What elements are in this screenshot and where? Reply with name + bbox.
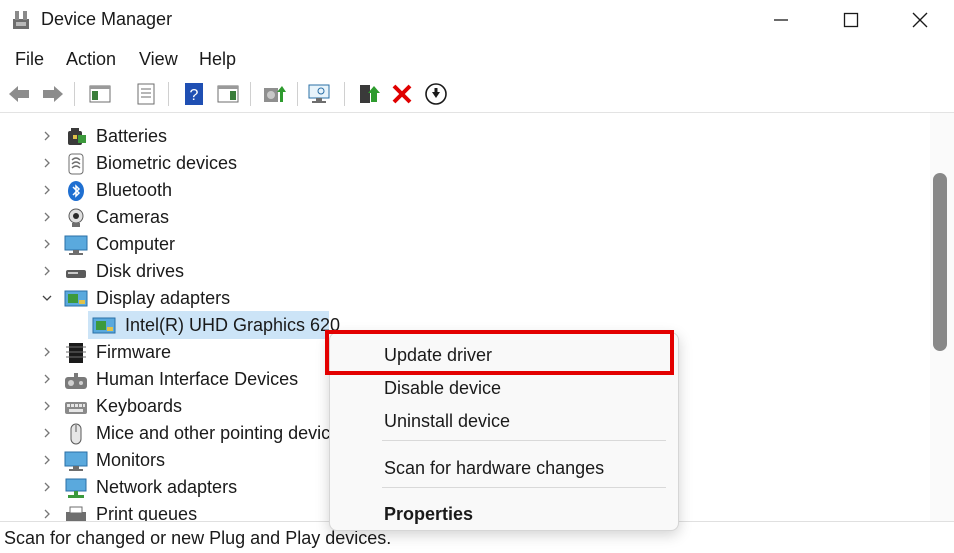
tree-category-biometric-devices[interactable]: Biometric devices — [0, 150, 930, 177]
tree-category-computer[interactable]: Computer — [0, 231, 930, 258]
tree-category-label: Computer — [96, 234, 176, 254]
chevron-down-icon[interactable] — [40, 291, 54, 305]
help-button[interactable]: ? — [181, 81, 207, 107]
fingerprint-icon — [68, 153, 84, 175]
scrollbar-thumb[interactable] — [933, 173, 947, 351]
tree-category-label: Cameras — [96, 207, 170, 227]
camera-icon — [68, 208, 84, 227]
computer-icon — [64, 235, 88, 255]
update-driver-icon — [264, 86, 286, 102]
chevron-right-icon[interactable] — [40, 237, 54, 251]
tree-category-label: Network adapters — [96, 477, 238, 497]
bluetooth-icon — [68, 181, 84, 201]
tree-category-label: Monitors — [96, 450, 166, 470]
chevron-right-icon[interactable] — [40, 345, 54, 359]
tree-child-intel-uhd-graphics[interactable]: Intel(R) UHD Graphics 620 — [88, 312, 340, 339]
tree-category-display-adapters[interactable]: Display adapters — [0, 285, 930, 312]
tree-category-label: Biometric devices — [96, 153, 238, 173]
minimize-icon — [774, 19, 788, 21]
ctx-scan-hardware[interactable]: Scan for hardware changes — [384, 458, 604, 479]
menu-file[interactable]: File — [15, 49, 44, 70]
disable-device-button[interactable] — [423, 81, 449, 107]
tree-category-bluetooth[interactable]: Bluetooth — [0, 177, 930, 204]
keyboard-icon — [65, 402, 87, 414]
tree-category-label: Keyboards — [96, 396, 183, 416]
menu-action[interactable]: Action — [66, 49, 116, 70]
ctx-separator — [382, 440, 666, 441]
ctx-separator — [382, 487, 666, 488]
chevron-right-icon[interactable] — [40, 183, 54, 197]
disk-drive-icon — [66, 270, 86, 278]
close-button[interactable] — [886, 0, 954, 40]
properties-button[interactable] — [133, 81, 159, 107]
window-title: Device Manager — [41, 9, 173, 29]
disable-device-icon — [425, 83, 447, 105]
close-icon — [912, 12, 928, 28]
tree-category-label: Mice and other pointing devices — [96, 423, 350, 443]
tree-category-label: Disk drives — [96, 261, 185, 281]
back-icon — [9, 86, 29, 102]
forward-icon — [43, 86, 63, 102]
chevron-right-icon[interactable] — [40, 453, 54, 467]
minimize-button[interactable] — [746, 0, 816, 40]
chevron-right-icon[interactable] — [40, 480, 54, 494]
console-tree-button[interactable] — [87, 81, 113, 107]
action-pane-icon — [217, 85, 239, 103]
ctx-disable-device[interactable]: Disable device — [384, 378, 501, 399]
tree-category-label: Batteries — [96, 126, 168, 146]
forward-button[interactable] — [40, 81, 66, 107]
uninstall-icon — [392, 84, 412, 104]
tree-category-disk-drives[interactable]: Disk drives — [0, 258, 930, 285]
human-interface-device-icon — [65, 373, 87, 389]
uninstall-button[interactable] — [389, 81, 415, 107]
menu-help[interactable]: Help — [199, 49, 236, 70]
enable-device-button[interactable] — [356, 81, 382, 107]
back-button[interactable] — [6, 81, 32, 107]
update-driver-toolbar-button[interactable] — [261, 81, 287, 107]
toolbar: ? — [0, 76, 954, 113]
status-text: Scan for changed or new Plug and Play de… — [4, 528, 392, 548]
display-adapter-icon — [64, 290, 88, 307]
network-adapter-icon — [65, 478, 87, 498]
display-adapter-icon — [92, 317, 116, 334]
battery-icon — [68, 128, 86, 145]
ctx-properties[interactable]: Properties — [384, 504, 473, 525]
tree-category-label: Display adapters — [96, 288, 231, 308]
ctx-uninstall-device[interactable]: Uninstall device — [384, 411, 510, 432]
show-hide-console-tree-icon — [89, 85, 111, 103]
help-icon: ? — [185, 83, 203, 105]
chevron-right-icon[interactable] — [40, 210, 54, 224]
maximize-icon — [843, 12, 859, 28]
tree-category-batteries[interactable]: Batteries — [0, 123, 930, 150]
monitor-icon — [64, 451, 88, 471]
menu-view[interactable]: View — [139, 49, 178, 70]
maximize-button[interactable] — [816, 0, 886, 40]
menu-bar: File Action View Help — [0, 44, 954, 74]
mouse-icon — [70, 423, 82, 445]
device-manager-icon — [13, 11, 29, 29]
chevron-right-icon[interactable] — [40, 264, 54, 278]
action-pane-button[interactable] — [215, 81, 241, 107]
update-driver-highlight-box — [325, 330, 674, 375]
scan-hardware-icon — [308, 84, 330, 103]
chevron-right-icon[interactable] — [40, 399, 54, 413]
chevron-right-icon[interactable] — [40, 372, 54, 386]
tree-category-label: Human Interface Devices — [96, 369, 299, 389]
tree-category-cameras[interactable]: Cameras — [0, 204, 930, 231]
properties-icon — [137, 83, 155, 105]
scan-hardware-button[interactable] — [307, 81, 333, 107]
svg-text:?: ? — [190, 87, 199, 104]
firmware-chip-icon — [66, 343, 86, 363]
tree-category-label: Bluetooth — [96, 180, 173, 200]
chevron-right-icon[interactable] — [40, 156, 54, 170]
chevron-right-icon[interactable] — [40, 507, 54, 521]
tree-category-label: Firmware — [96, 342, 171, 362]
enable-device-icon — [360, 85, 380, 103]
chevron-right-icon[interactable] — [40, 426, 54, 440]
tree-child-label: Intel(R) UHD Graphics 620 — [125, 315, 341, 335]
chevron-right-icon[interactable] — [40, 129, 54, 143]
